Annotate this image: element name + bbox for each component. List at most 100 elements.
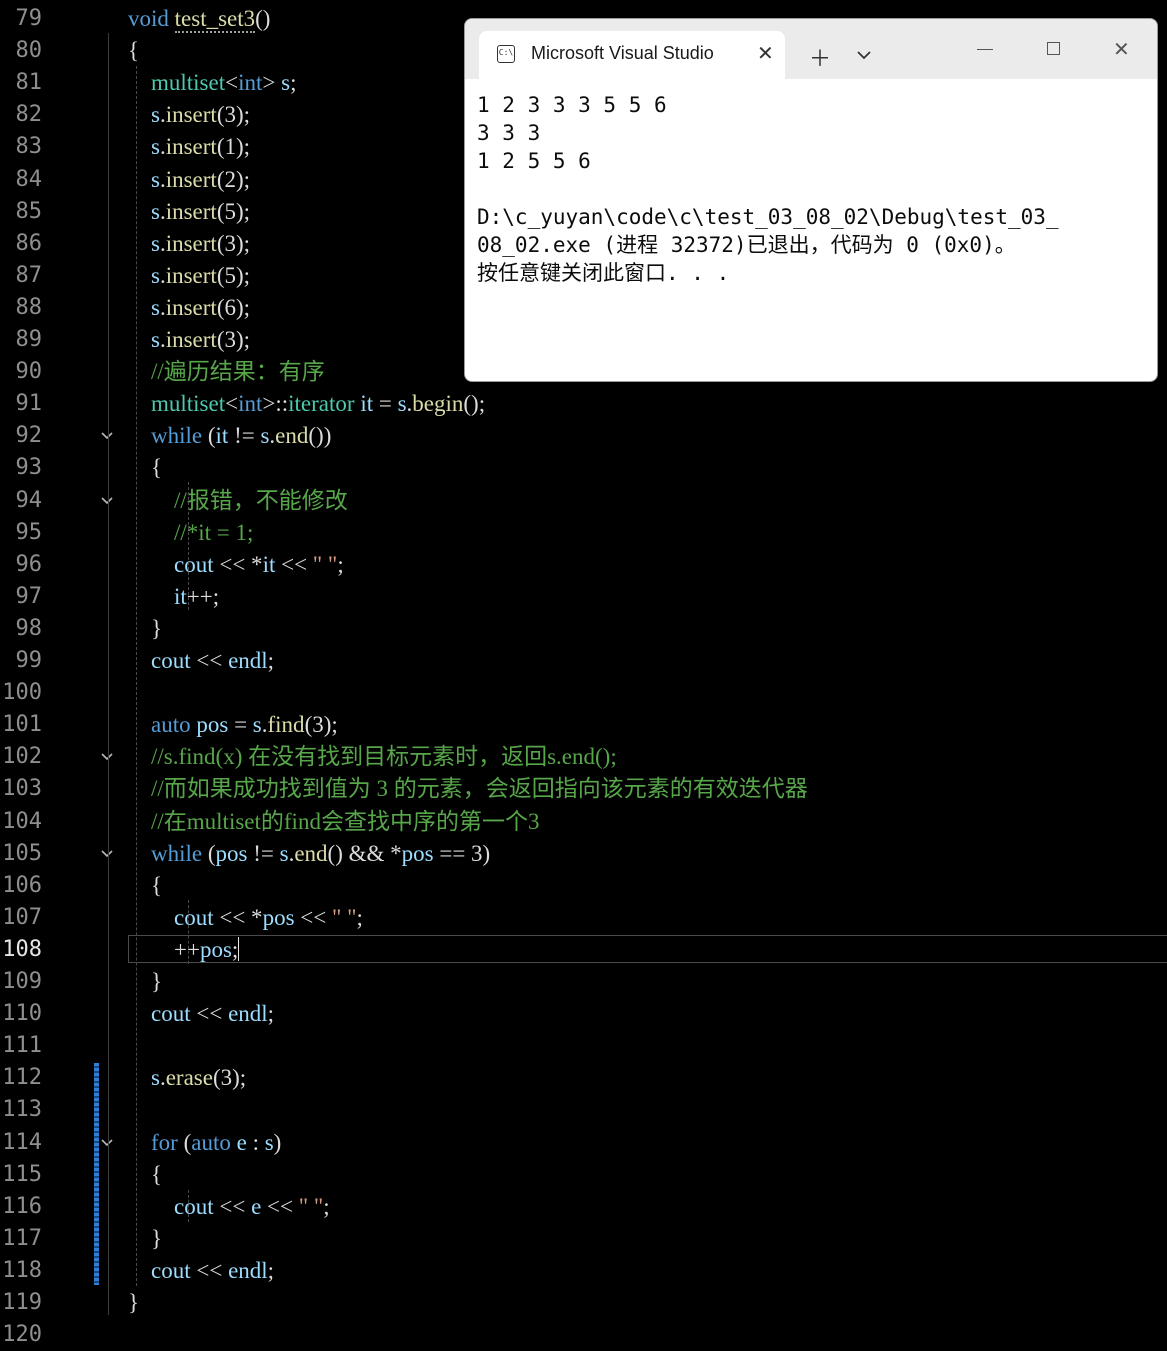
code-text[interactable]: }	[128, 1223, 162, 1255]
code-text[interactable]: }	[128, 1287, 139, 1319]
code-token: << *	[213, 551, 263, 577]
new-tab-plus-icon[interactable]: ＋	[809, 41, 831, 73]
code-line[interactable]: 117 }	[0, 1223, 1167, 1255]
code-token: pos	[215, 840, 248, 866]
code-text[interactable]: s.insert(3);	[128, 99, 250, 131]
code-text[interactable]: cout << endl;	[128, 998, 274, 1030]
code-token: //报错，不能修改	[174, 487, 348, 513]
code-text[interactable]: s.insert(3);	[128, 228, 250, 260]
console-window[interactable]: C:\ Microsoft Visual Studio ✕ ＋ ✕ 1 2 3 …	[464, 18, 1158, 382]
code-text[interactable]: it++;	[128, 581, 219, 613]
code-text[interactable]: multiset<int> s;	[128, 67, 296, 99]
code-line[interactable]: 109 }	[0, 966, 1167, 998]
code-text[interactable]: {	[128, 1159, 162, 1191]
code-line[interactable]: 100	[0, 677, 1167, 709]
code-text[interactable]: for (auto e : s)	[128, 1127, 281, 1159]
code-line[interactable]: 114 for (auto e : s)	[0, 1127, 1167, 1159]
tab-close-icon[interactable]: ✕	[757, 41, 774, 65]
minimize-icon[interactable]	[977, 49, 993, 50]
code-text[interactable]: cout << endl;	[128, 645, 274, 677]
fold-chevron-down-icon[interactable]	[101, 848, 113, 860]
line-number: 101	[2, 712, 42, 738]
code-line[interactable]: 111	[0, 1030, 1167, 1062]
code-text[interactable]: void test_set3()	[128, 3, 270, 35]
change-indicator-bar	[94, 1063, 99, 1285]
code-token: (	[202, 840, 216, 866]
code-text[interactable]: {	[128, 35, 139, 67]
console-titlebar[interactable]: C:\ Microsoft Visual Studio ✕ ＋ ✕	[465, 19, 1157, 79]
maximize-icon[interactable]	[1047, 42, 1060, 55]
code-line[interactable]: 120	[0, 1319, 1167, 1351]
code-line[interactable]: 107 cout << *pos << " ";	[0, 902, 1167, 934]
code-line[interactable]: 110 cout << endl;	[0, 998, 1167, 1030]
code-line[interactable]: 102 //s.find(x) 在没有找到目标元素时，返回s.end();	[0, 741, 1167, 773]
code-text[interactable]: auto pos = s.find(3);	[128, 709, 338, 741]
code-text[interactable]: cout << endl;	[128, 1255, 274, 1287]
code-text[interactable]: cout << *it << " ";	[128, 549, 344, 581]
fold-chevron-down-icon[interactable]	[101, 1137, 113, 1149]
code-text[interactable]: //*it = 1;	[128, 517, 253, 549]
code-token: it	[215, 423, 229, 449]
code-line[interactable]: 119}	[0, 1287, 1167, 1319]
code-token: s	[264, 1129, 274, 1155]
code-text[interactable]: s.insert(1);	[128, 131, 250, 163]
code-line[interactable]: 112 s.erase(3);	[0, 1062, 1167, 1094]
code-line[interactable]: 116 cout << e << " ";	[0, 1191, 1167, 1223]
code-line[interactable]: 115 {	[0, 1159, 1167, 1191]
code-text[interactable]: s.insert(2);	[128, 164, 250, 196]
code-text[interactable]: {	[128, 452, 162, 484]
code-text[interactable]: cout << *pos << " ";	[128, 902, 363, 934]
code-text[interactable]: while (it != s.end())	[128, 420, 331, 452]
line-number: 115	[2, 1161, 42, 1187]
code-token: s	[279, 840, 289, 866]
console-tab[interactable]: C:\ Microsoft Visual Studio ✕	[479, 31, 785, 79]
code-line[interactable]: 103 //而如果成功找到值为 3 的元素，会返回指向该元素的有效迭代器	[0, 773, 1167, 805]
code-line[interactable]: 98 }	[0, 613, 1167, 645]
fold-chevron-down-icon[interactable]	[101, 495, 113, 507]
code-text[interactable]: s.insert(3);	[128, 324, 250, 356]
code-token: }	[128, 615, 163, 641]
code-token: (	[177, 1129, 192, 1155]
code-line[interactable]: 91 multiset<int>::iterator it = s.begin(…	[0, 388, 1167, 420]
code-line[interactable]: 118 cout << endl;	[0, 1255, 1167, 1287]
code-line[interactable]: 93 {	[0, 452, 1167, 484]
code-text[interactable]: s.insert(6);	[128, 292, 250, 324]
code-text[interactable]: cout << e << " ";	[128, 1191, 330, 1223]
fold-chevron-down-icon[interactable]	[101, 751, 113, 763]
line-number: 102	[2, 744, 42, 770]
code-line[interactable]: 104 //在multiset的find会查找中序的第一个3	[0, 806, 1167, 838]
code-line[interactable]: 96 cout << *it << " ";	[0, 549, 1167, 581]
code-line[interactable]: 95 //*it = 1;	[0, 517, 1167, 549]
code-token: <<	[190, 1001, 229, 1027]
code-text[interactable]: while (pos != s.end() && *pos == 3)	[128, 838, 490, 870]
code-text[interactable]: multiset<int>::iterator it = s.begin();	[128, 388, 485, 420]
code-token: <<	[261, 1193, 299, 1219]
code-line[interactable]: 101 auto pos = s.find(3);	[0, 709, 1167, 741]
code-line[interactable]: 113	[0, 1094, 1167, 1126]
code-text[interactable]: //s.find(x) 在没有找到目标元素时，返回s.end();	[128, 741, 617, 773]
tab-dropdown-chevron-down-icon[interactable]	[857, 45, 873, 60]
code-text[interactable]: //报错，不能修改	[128, 485, 348, 517]
code-text[interactable]: }	[128, 613, 162, 645]
code-line[interactable]: 99 cout << endl;	[0, 645, 1167, 677]
code-line[interactable]: 94 //报错，不能修改	[0, 485, 1167, 517]
fold-chevron-down-icon[interactable]	[101, 430, 113, 442]
code-text[interactable]: {	[128, 870, 162, 902]
code-text[interactable]: s.erase(3);	[128, 1062, 246, 1094]
window-close-icon[interactable]: ✕	[1113, 37, 1130, 61]
code-text[interactable]: s.insert(5);	[128, 260, 250, 292]
code-line[interactable]: 92 while (it != s.end())	[0, 420, 1167, 452]
code-text[interactable]: }	[128, 966, 162, 998]
code-text[interactable]: //在multiset的find会查找中序的第一个3	[128, 806, 539, 838]
code-token: ;	[356, 904, 363, 930]
code-text[interactable]: s.insert(5);	[128, 196, 250, 228]
code-line[interactable]: 105 while (pos != s.end() && *pos == 3)	[0, 838, 1167, 870]
code-text[interactable]: //而如果成功找到值为 3 的元素，会返回指向该元素的有效迭代器	[128, 773, 808, 805]
code-text[interactable]: //遍历结果：有序	[128, 356, 325, 388]
code-line[interactable]: 97 it++;	[0, 581, 1167, 613]
code-line[interactable]: 106 {	[0, 870, 1167, 902]
code-token: insert	[165, 166, 217, 192]
